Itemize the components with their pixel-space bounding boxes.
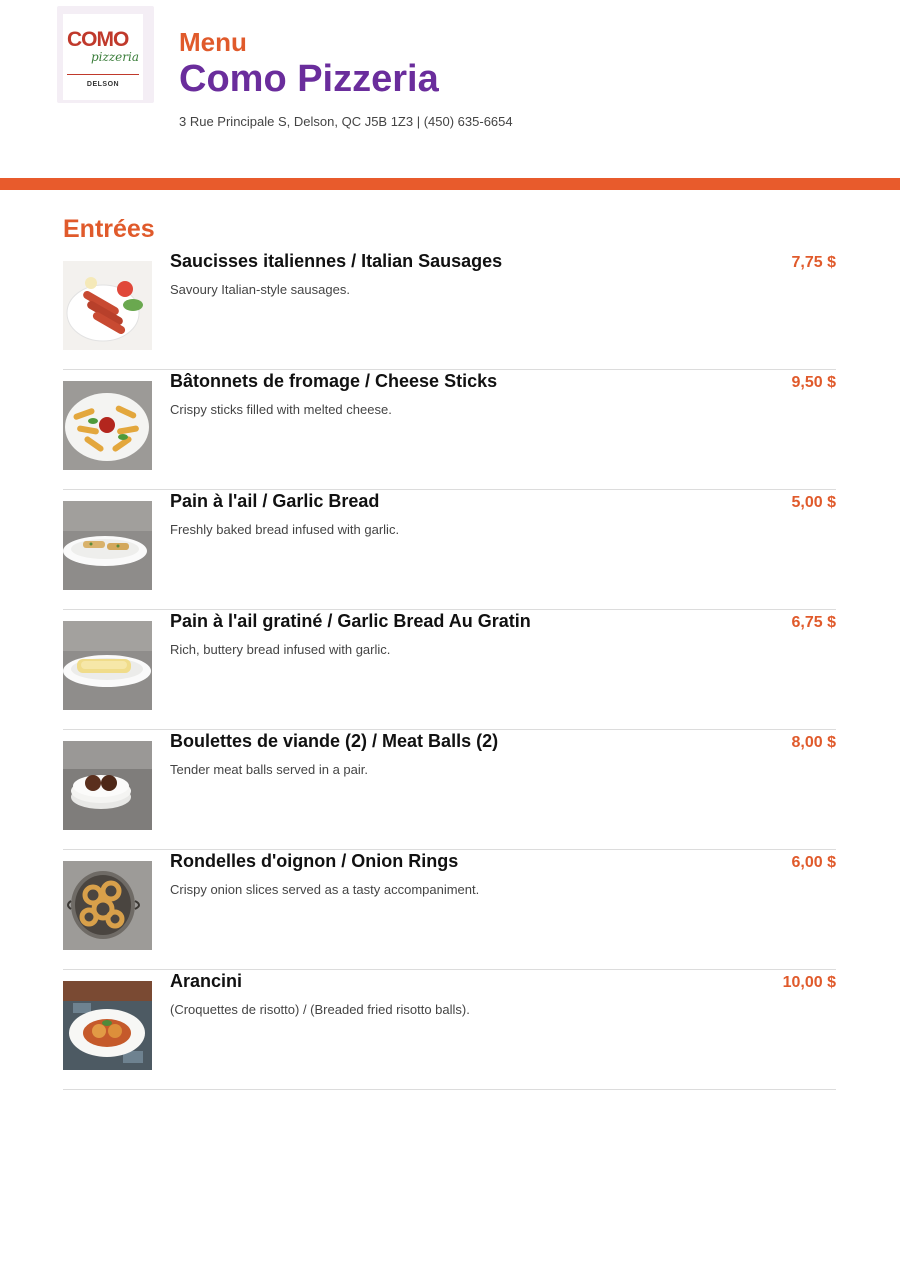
item-price: 6,75 $ — [791, 614, 836, 631]
logo-brand-text: COMO — [67, 28, 129, 51]
item-title: Pain à l'ail / Garlic Bread — [170, 491, 380, 511]
item-price: 6,00 $ — [791, 854, 836, 871]
item-price: 9,50 $ — [791, 374, 836, 391]
menu-item: Arancini (Croquettes de risotto) / (Brea… — [63, 970, 836, 1090]
section-title: Entrées — [63, 215, 155, 243]
arancini-photo — [63, 981, 152, 1070]
item-title: Rondelles d'oignon / Onion Rings — [170, 851, 459, 871]
logo-script-text: pizzeria — [91, 50, 139, 64]
item-description: Crispy onion slices served as a tasty ac… — [170, 882, 480, 897]
header-divider-bar — [0, 178, 900, 190]
restaurant-address: 3 Rue Principale S, Delson, QC J5B 1Z3 |… — [179, 114, 513, 129]
item-title: Pain à l'ail gratiné / Garlic Bread Au G… — [170, 611, 531, 631]
item-title: Arancini — [170, 971, 243, 991]
menu-label: Menu — [179, 27, 247, 57]
item-description: Crispy sticks filled with melted cheese. — [170, 402, 392, 417]
item-price: 8,00 $ — [791, 734, 836, 751]
menu-item-list: Saucisses italiennes / Italian Sausages … — [63, 250, 836, 1090]
logo-location-text: DELSON — [86, 81, 120, 88]
menu-item: Saucisses italiennes / Italian Sausages … — [63, 250, 836, 370]
item-title: Boulettes de viande (2) / Meat Balls (2) — [170, 731, 499, 751]
cheese-sticks-photo — [63, 381, 152, 470]
menu-header: COMO pizzeria DELSON Menu Como Pizzeria … — [0, 0, 900, 178]
menu-item: Rondelles d'oignon / Onion Rings Crispy … — [63, 850, 836, 970]
restaurant-logo: COMO pizzeria DELSON — [57, 6, 154, 103]
onion-rings-photo — [63, 861, 152, 950]
garlic-bread-photo — [63, 501, 152, 590]
menu-item: Boulettes de viande (2) / Meat Balls (2)… — [63, 730, 836, 850]
item-price: 7,75 $ — [791, 254, 836, 271]
sausages-photo — [63, 261, 152, 350]
item-description: Tender meat balls served in a pair. — [170, 762, 368, 777]
item-title: Saucisses italiennes / Italian Sausages — [170, 251, 503, 271]
menu-item: Pain à l'ail gratiné / Garlic Bread Au G… — [63, 610, 836, 730]
item-price: 5,00 $ — [791, 494, 836, 511]
restaurant-name: Como Pizzeria — [179, 58, 439, 100]
meat-balls-photo — [63, 741, 152, 830]
item-description: Savoury Italian-style sausages. — [170, 282, 350, 297]
item-title: Bâtonnets de fromage / Cheese Sticks — [170, 371, 498, 391]
item-description: Freshly baked bread infused with garlic. — [170, 522, 400, 537]
item-description: (Croquettes de risotto) / (Breaded fried… — [170, 1002, 470, 1017]
menu-item: Bâtonnets de fromage / Cheese Sticks Cri… — [63, 370, 836, 490]
garlic-bread-gratin-photo — [63, 621, 152, 710]
item-price: 10,00 $ — [782, 974, 836, 991]
menu-item: Pain à l'ail / Garlic Bread Freshly bake… — [63, 490, 836, 610]
item-description: Rich, buttery bread infused with garlic. — [170, 642, 391, 657]
logo-divider — [67, 74, 139, 75]
